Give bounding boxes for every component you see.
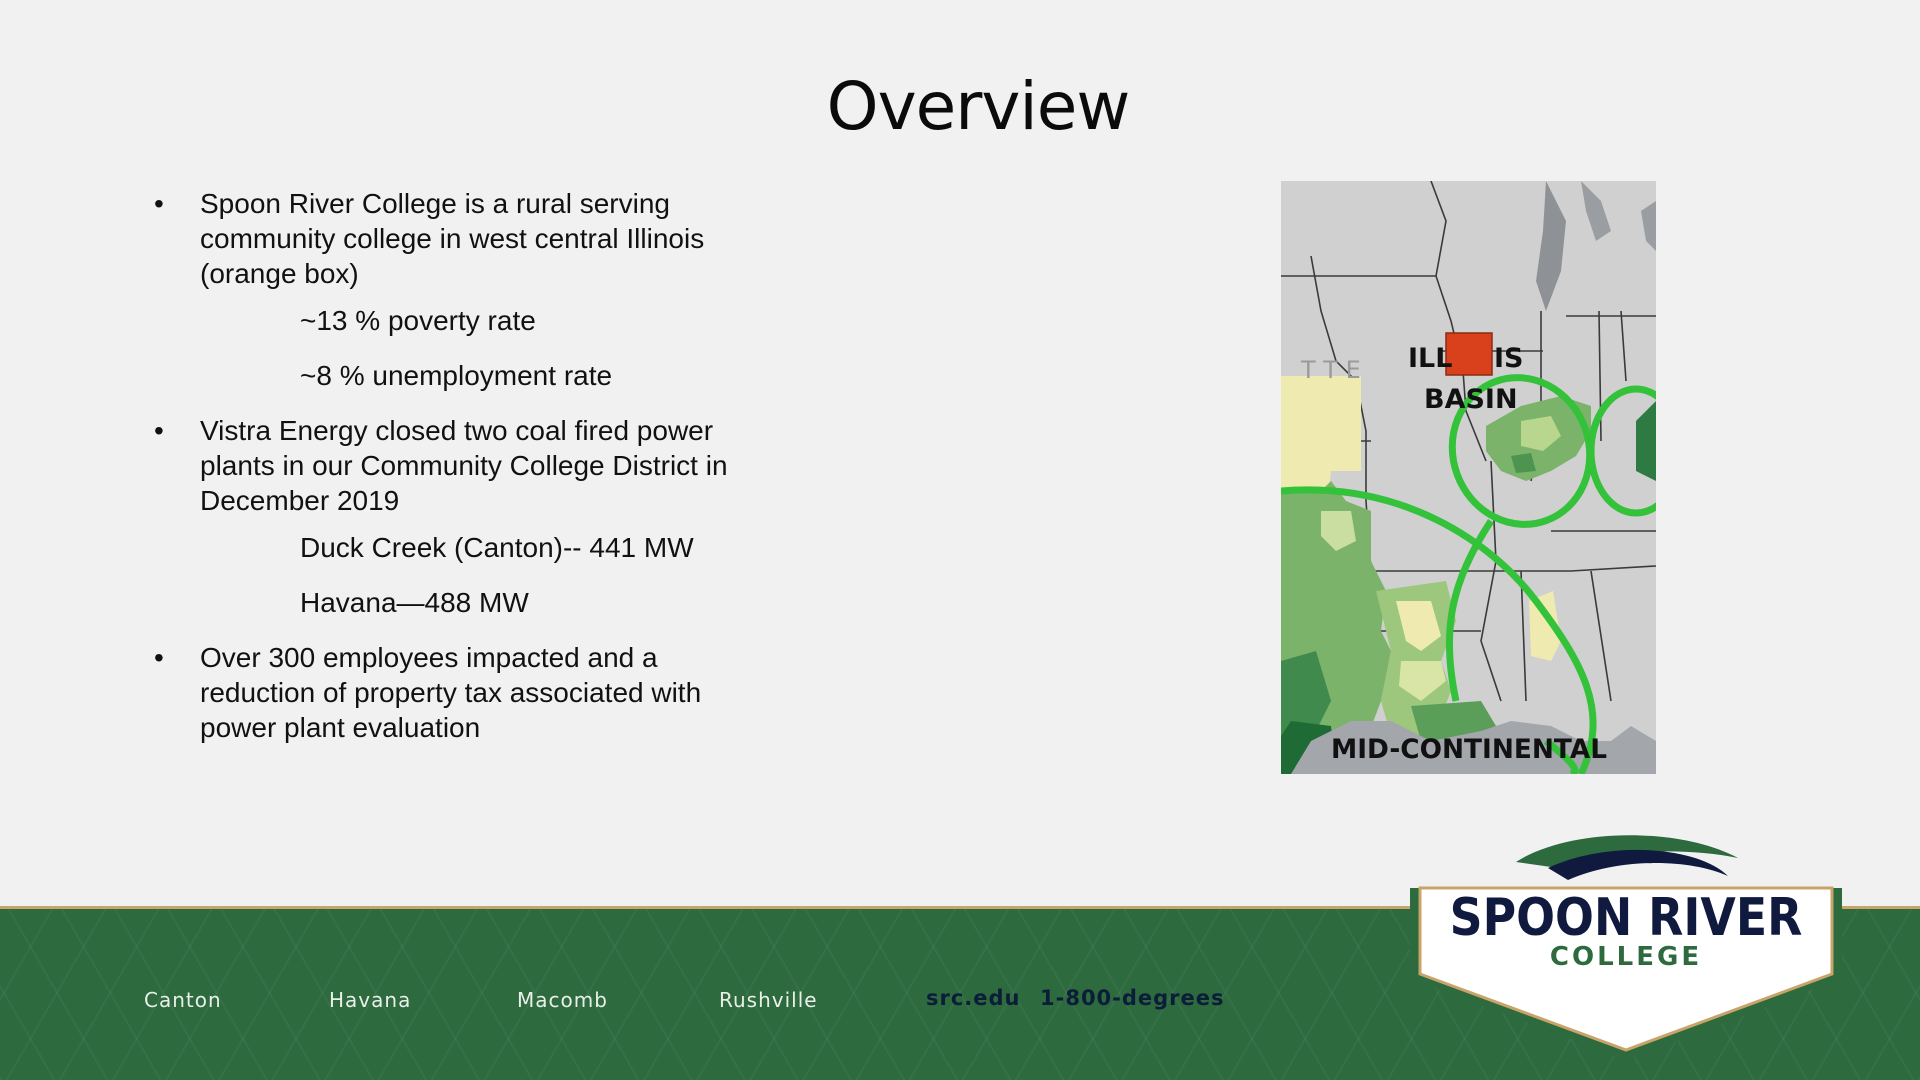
basin-map-image: T T E ILL IS BASIN MID-CONTINENTAL — [1281, 181, 1656, 774]
sub-item: Havana—488 MW — [300, 587, 529, 618]
bullet-dot: • — [154, 188, 164, 219]
footer-location-macomb: Macomb — [517, 988, 608, 1012]
map-label-mid-continental: MID-CONTINENTAL — [1331, 734, 1607, 765]
footer-location-havana: Havana — [329, 988, 412, 1012]
map-label-illinois-right: IS — [1494, 343, 1524, 374]
bullet-dot: • — [154, 415, 164, 446]
logo-subtitle: COLLEGE — [1549, 942, 1703, 972]
bullet-item: • Over 300 employees impacted and a redu… — [150, 640, 770, 745]
bullet-text: Over 300 employees impacted and a reduct… — [200, 642, 702, 743]
bullet-item: • Vistra Energy closed two coal fired po… — [150, 413, 770, 518]
map-label-illinois-left: ILL — [1408, 343, 1452, 374]
slide-title: Overview — [826, 68, 1131, 145]
footer-location-rushville: Rushville — [719, 988, 818, 1012]
bullet-text: Spoon River College is a rural serving c… — [200, 188, 705, 289]
footer-website: src.edu — [926, 986, 1021, 1010]
orange-box-marker — [1445, 332, 1493, 376]
logo-name: SPOON RIVER — [1449, 888, 1803, 948]
sub-item: ~13 % poverty rate — [300, 305, 536, 336]
map-graphic: T T E ILL IS BASIN MID-CONTINENTAL — [1281, 181, 1656, 774]
bullet-text: Vistra Energy closed two coal fired powe… — [200, 415, 728, 516]
map-label-basin: BASIN — [1424, 384, 1518, 415]
footer-divider — [0, 896, 1410, 909]
bullet-dot: • — [154, 642, 164, 673]
footer-location-canton: Canton — [144, 988, 222, 1012]
footer-phone: 1-800-degrees — [1040, 986, 1225, 1010]
map-faint-label: T T E — [1300, 356, 1361, 384]
sub-item: ~8 % unemployment rate — [300, 360, 613, 391]
bullet-item: • Spoon River College is a rural serving… — [150, 186, 770, 291]
bullet-list: • Spoon River College is a rural serving… — [150, 186, 770, 757]
sub-item: Duck Creek (Canton)-- 441 MW — [300, 532, 694, 563]
